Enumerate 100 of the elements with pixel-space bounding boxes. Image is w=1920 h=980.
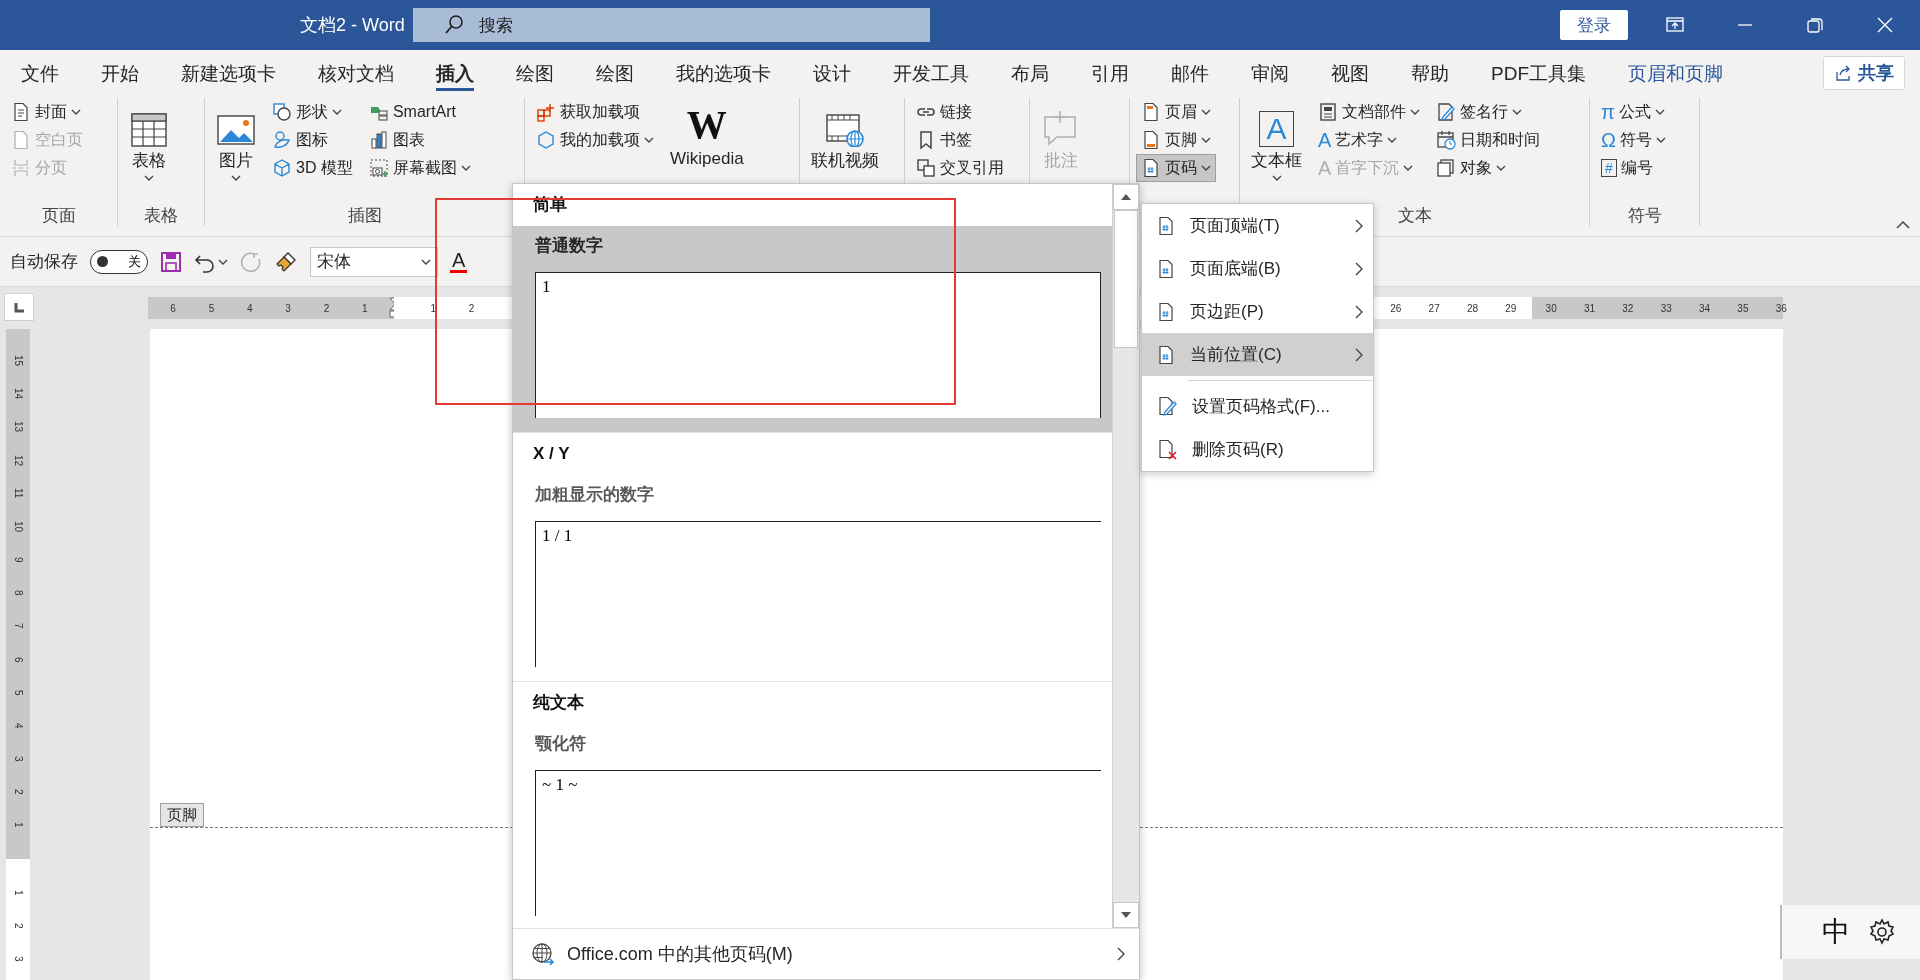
menu-item[interactable]: 设置页码格式(F)... bbox=[1142, 385, 1373, 428]
scroll-up-icon[interactable] bbox=[1121, 194, 1131, 200]
collapse-ribbon-icon[interactable] bbox=[1896, 220, 1910, 230]
ribbon-button[interactable]: 链接 bbox=[911, 98, 1009, 126]
chevron-down-icon bbox=[231, 174, 241, 182]
ribbon-tab[interactable]: 绘图 bbox=[575, 50, 655, 97]
chevron-down-icon bbox=[71, 108, 81, 116]
chevron-down-icon bbox=[218, 257, 228, 266]
autosave-toggle[interactable]: 关 bbox=[90, 249, 148, 274]
ribbon-tab[interactable]: 引用 bbox=[1070, 50, 1150, 97]
ribbon-button[interactable]: 签名行 bbox=[1431, 98, 1545, 126]
ribbon-tab[interactable]: 视图 bbox=[1310, 50, 1390, 97]
ribbon-tab[interactable]: 帮助 bbox=[1390, 50, 1470, 97]
ribbon-button[interactable]: 屏幕截图 bbox=[363, 154, 476, 182]
ribbon-button[interactable]: Ω 符号 bbox=[1596, 126, 1671, 154]
ribbon-button[interactable]: 图表 bbox=[363, 126, 476, 154]
restore-icon[interactable] bbox=[1805, 15, 1825, 35]
menu-item[interactable]: 当前位置(C) bbox=[1142, 333, 1373, 376]
gallery-item[interactable]: 普通数字 1 bbox=[513, 226, 1113, 432]
ribbon-button[interactable]: 文档部件 bbox=[1313, 98, 1425, 126]
ribbon-button: 空白页 bbox=[6, 126, 88, 154]
ribbon-button[interactable]: 图标 bbox=[267, 126, 358, 154]
ribbon-button[interactable]: 对象 bbox=[1431, 154, 1545, 182]
settings-icon[interactable] bbox=[1868, 918, 1896, 946]
share-button[interactable]: 共享 bbox=[1823, 56, 1905, 90]
ribbon-button[interactable]: # 编号 bbox=[1596, 154, 1671, 182]
ribbon-button[interactable]: 交叉引用 bbox=[911, 154, 1009, 182]
page-break-icon bbox=[11, 158, 31, 178]
ruler-number: 30 bbox=[1544, 302, 1558, 314]
ribbon-tab[interactable]: 新建选项卡 bbox=[160, 50, 297, 97]
input-mode-button[interactable]: 中 bbox=[1822, 913, 1850, 951]
ribbon-button[interactable]: 3D 模型 bbox=[267, 154, 358, 182]
ribbon-button[interactable]: 表格 bbox=[124, 98, 174, 183]
number-icon: # bbox=[1601, 159, 1617, 177]
ribbon-tab[interactable]: 设计 bbox=[792, 50, 872, 97]
ribbon-tab[interactable]: 审阅 bbox=[1230, 50, 1310, 97]
chevron-down-icon bbox=[1512, 108, 1522, 116]
ruler-number: 9 bbox=[12, 555, 24, 565]
menu-item[interactable]: 页面底端(B) bbox=[1142, 247, 1373, 290]
menu-item[interactable]: 页边距(P) bbox=[1142, 290, 1373, 333]
signature-line-icon bbox=[1436, 102, 1456, 122]
group-label: 页面 bbox=[41, 206, 76, 226]
document-parts-icon bbox=[1318, 102, 1338, 122]
ribbon-button[interactable]: 页脚 bbox=[1136, 126, 1216, 154]
font-color-button[interactable]: A bbox=[450, 250, 468, 273]
ribbon-display-icon[interactable] bbox=[1665, 15, 1685, 35]
scroll-thumb[interactable] bbox=[1114, 210, 1138, 348]
ribbon-tab[interactable]: 文件 bbox=[0, 50, 80, 97]
ribbon-button[interactable]: 页眉 bbox=[1136, 98, 1216, 126]
text-box-icon: A bbox=[1259, 111, 1294, 147]
ribbon-button[interactable]: 获取加载项 bbox=[531, 98, 659, 126]
ribbon-button[interactable]: SmartArt bbox=[363, 98, 476, 126]
ribbon-button[interactable]: 日期和时间 bbox=[1431, 126, 1545, 154]
ruler-number: 33 bbox=[1659, 302, 1673, 314]
ribbon-button[interactable]: A 艺术字 bbox=[1313, 126, 1425, 154]
ribbon-button[interactable]: 我的加载项 bbox=[531, 126, 659, 154]
ribbon-button[interactable]: 联机视频 bbox=[806, 98, 884, 173]
scroll-down-icon[interactable] bbox=[1121, 912, 1131, 918]
chevron-down-icon bbox=[460, 164, 471, 172]
save-icon[interactable] bbox=[160, 250, 182, 273]
ribbon-tab[interactable]: 页眉和页脚 bbox=[1607, 50, 1744, 97]
tab-selector-button[interactable] bbox=[4, 293, 34, 321]
ribbon-button[interactable]: 图片 bbox=[211, 98, 261, 183]
more-page-numbers-item[interactable]: Office.com 中的其他页码(M) bbox=[513, 928, 1139, 979]
ribbon-button[interactable]: 书签 bbox=[911, 126, 1009, 154]
ribbon-tab[interactable]: 开始 bbox=[80, 50, 160, 97]
drop-cap-icon: A bbox=[1318, 158, 1332, 178]
ribbon-tab[interactable]: 我的选项卡 bbox=[655, 50, 792, 97]
menu-item[interactable]: 删除页码(R) bbox=[1142, 428, 1373, 471]
ribbon-button[interactable]: 页码 bbox=[1136, 154, 1216, 182]
screenshot-icon bbox=[368, 158, 389, 178]
ruler-number: 6 bbox=[12, 655, 24, 665]
menu-item[interactable]: 页面顶端(T) bbox=[1142, 204, 1373, 247]
ribbon-tab[interactable]: 布局 bbox=[990, 50, 1070, 97]
search-field[interactable]: 搜索 bbox=[413, 8, 930, 42]
ribbon-button[interactable]: π 公式 bbox=[1596, 98, 1671, 126]
shapes-icon bbox=[272, 102, 292, 122]
bar-chart-icon bbox=[368, 130, 389, 150]
close-icon[interactable] bbox=[1875, 15, 1895, 35]
ruler-number: 2 bbox=[12, 922, 24, 931]
gallery-heading: 纯文本 bbox=[532, 692, 585, 714]
chevron-down-icon bbox=[1201, 164, 1211, 172]
ribbon-tab[interactable]: PDF工具集 bbox=[1470, 50, 1607, 97]
ribbon-button[interactable]: A 文本框 bbox=[1246, 98, 1307, 183]
ruler-number: 13 bbox=[12, 420, 24, 435]
font-field[interactable]: 宋体 bbox=[310, 246, 438, 277]
page-number-icon bbox=[1141, 158, 1161, 178]
ribbon-button[interactable]: 形状 bbox=[267, 98, 358, 126]
ribbon-tab[interactable]: 开发工具 bbox=[872, 50, 990, 97]
group-label: 插图 bbox=[347, 206, 382, 226]
ribbon-button[interactable]: W Wikipedia bbox=[665, 98, 749, 170]
ribbon-tab[interactable]: 核对文档 bbox=[297, 50, 415, 97]
footer-label: 页脚 bbox=[160, 803, 204, 827]
ribbon-tab[interactable]: 绘图 bbox=[495, 50, 575, 97]
table-icon bbox=[129, 111, 169, 147]
ribbon-tab[interactable]: 插入 bbox=[415, 50, 495, 97]
ribbon-button[interactable]: 封面 bbox=[6, 98, 88, 126]
ribbon-tab[interactable]: 邮件 bbox=[1150, 50, 1230, 97]
scrollbar[interactable] bbox=[1112, 184, 1139, 928]
sign-in-button[interactable]: 登录 bbox=[1560, 10, 1628, 40]
